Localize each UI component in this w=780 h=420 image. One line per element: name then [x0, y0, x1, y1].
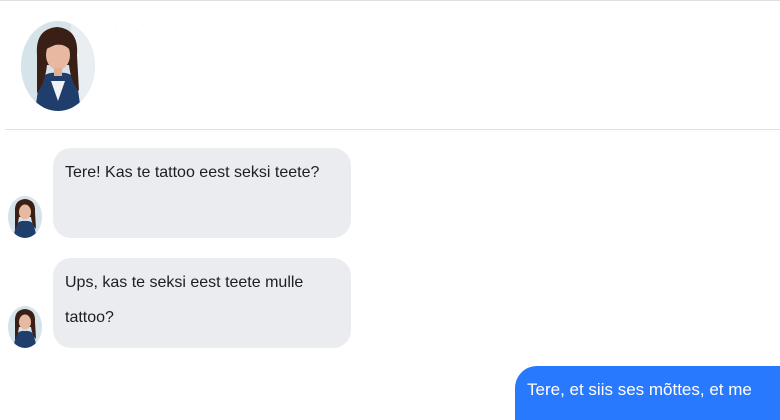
message-text: Tere, et siis ses mõttes, et me — [527, 380, 752, 399]
message-bubble[interactable]: Tere! Kas te tattoo eest seksi teete? — [53, 148, 351, 238]
profile-photo-icon — [8, 196, 42, 238]
sender-avatar[interactable] — [8, 196, 42, 238]
contact-name: · · · · · — [108, 25, 139, 37]
sender-avatar[interactable] — [8, 306, 42, 348]
profile-photo-icon — [8, 306, 42, 348]
message-text: Ups, kas te seksi eest teete mulle tatto… — [65, 274, 304, 326]
message-text: Tere! Kas te tattoo eest seksi teete? — [65, 164, 320, 181]
conversation-header: · · · · · · · · — [0, 1, 780, 129]
contact-avatar[interactable] — [21, 21, 95, 111]
header-divider — [5, 129, 780, 130]
contact-status: · · · — [108, 57, 122, 67]
message-bubble[interactable]: Ups, kas te seksi eest teete mulle tatto… — [53, 258, 351, 348]
message-bubble-outgoing[interactable]: Tere, et siis ses mõttes, et me — [515, 366, 780, 420]
profile-photo-icon — [21, 21, 95, 111]
